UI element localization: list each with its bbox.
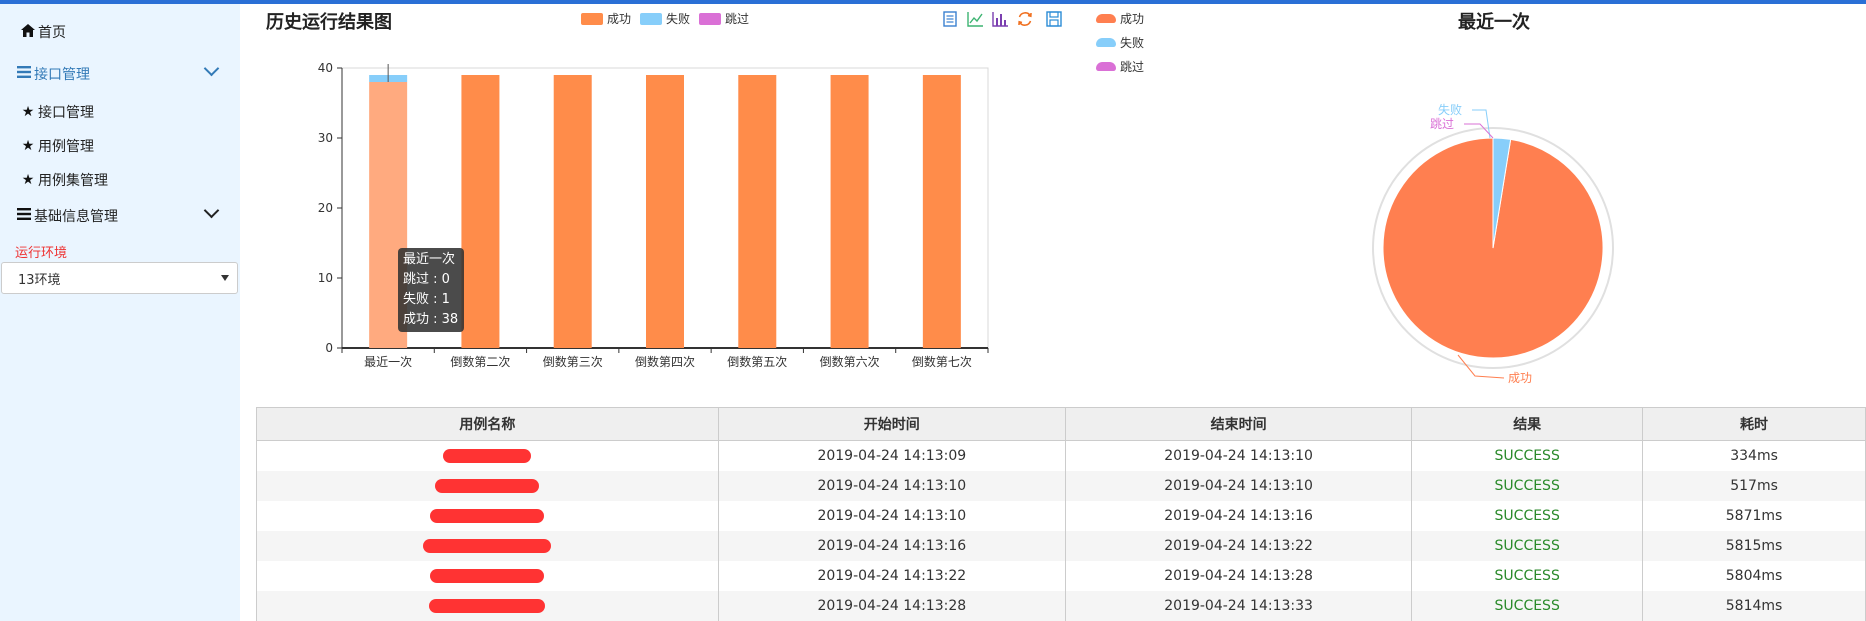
x-tick-label: 倒数第四次 — [635, 354, 695, 369]
pie-legend-success[interactable]: 成功 — [1096, 10, 1144, 27]
redacted-case-name — [423, 539, 552, 553]
pie-label-fail: 失败 — [1438, 102, 1462, 117]
legend-swatch — [1096, 14, 1116, 23]
x-tick-label: 倒数第六次 — [820, 354, 880, 369]
legend-swatch — [1096, 62, 1116, 71]
duration-cell: 5804ms — [1642, 561, 1866, 591]
table-row[interactable]: 2019-04-24 14:13:10 2019-04-24 14:13:16 … — [256, 501, 1866, 531]
refresh-icon[interactable] — [1016, 10, 1034, 28]
x-tick-label: 倒数第七次 — [912, 354, 972, 369]
case-name-cell — [256, 501, 719, 531]
redacted-case-name — [430, 509, 545, 523]
duration-cell: 334ms — [1642, 440, 1866, 471]
legend-label: 成功 — [1120, 12, 1145, 26]
x-tick-label: 倒数第三次 — [543, 354, 603, 369]
case-name-cell — [256, 471, 719, 501]
y-tick-label: 10 — [318, 271, 333, 285]
redacted-case-name — [435, 479, 540, 493]
bar-success — [922, 75, 961, 348]
pie-label-skip: 跳过 — [1430, 117, 1454, 131]
pie-legend-skip[interactable]: 跳过 — [1096, 58, 1144, 75]
x-tick-label: 最近一次 — [364, 355, 412, 369]
duration-cell: 5814ms — [1642, 591, 1866, 621]
redacted-case-name — [430, 569, 545, 583]
result-cell: SUCCESS — [1411, 440, 1644, 471]
redacted-case-name — [443, 449, 532, 463]
duration-cell: 517ms — [1642, 471, 1866, 501]
y-tick-label: 40 — [318, 61, 333, 75]
end-time-cell: 2019-04-24 14:13:33 — [1064, 591, 1413, 621]
tooltip-title: 最近一次 — [403, 252, 456, 267]
pie-chart-title: 最近一次 — [1458, 12, 1530, 33]
column-header-duration[interactable]: 耗时 — [1642, 407, 1866, 441]
case-name-cell — [256, 531, 719, 561]
start-time-cell: 2019-04-24 14:13:10 — [717, 471, 1066, 501]
end-time-cell: 2019-04-24 14:13:16 — [1064, 501, 1413, 531]
end-time-cell: 2019-04-24 14:13:10 — [1064, 440, 1413, 471]
duration-cell: 5871ms — [1642, 501, 1866, 531]
case-name-cell — [256, 440, 719, 471]
start-time-cell: 2019-04-24 14:13:09 — [717, 440, 1066, 471]
end-time-cell: 2019-04-24 14:13:22 — [1064, 531, 1413, 561]
column-header-end-time[interactable]: 结束时间 — [1064, 407, 1413, 441]
table-row[interactable]: 2019-04-24 14:13:28 2019-04-24 14:13:33 … — [256, 591, 1866, 621]
start-time-cell: 2019-04-24 14:13:22 — [717, 561, 1066, 591]
tooltip-line: 失败 : 1 — [403, 292, 450, 307]
bar-success — [830, 75, 869, 348]
result-cell: SUCCESS — [1411, 561, 1644, 591]
column-header-case-name[interactable]: 用例名称 — [256, 407, 719, 441]
start-time-cell: 2019-04-24 14:13:10 — [717, 501, 1066, 531]
table-row[interactable]: 2019-04-24 14:13:10 2019-04-24 14:13:10 … — [256, 471, 1866, 501]
pie-chart: 成功 失败跳过 — [1372, 102, 1614, 385]
table-row[interactable]: 2019-04-24 14:13:16 2019-04-24 14:13:22 … — [256, 531, 1866, 561]
pie-legend-fail[interactable]: 失败 — [1096, 34, 1144, 51]
result-cell: SUCCESS — [1411, 501, 1644, 531]
case-name-cell — [256, 561, 719, 591]
result-cell: SUCCESS — [1411, 471, 1644, 501]
x-tick-label: 倒数第五次 — [727, 354, 787, 369]
legend-label: 跳过 — [1120, 60, 1145, 74]
start-time-cell: 2019-04-24 14:13:16 — [717, 531, 1066, 561]
start-time-cell: 2019-04-24 14:13:28 — [717, 591, 1066, 621]
legend-label: 失败 — [1120, 36, 1145, 50]
table-row[interactable]: 2019-04-24 14:13:22 2019-04-24 14:13:28 … — [256, 561, 1866, 591]
result-cell: SUCCESS — [1411, 531, 1644, 561]
save-icon[interactable] — [1045, 10, 1063, 28]
column-header-start-time[interactable]: 开始时间 — [717, 407, 1066, 441]
x-tick-label: 倒数第二次 — [450, 354, 510, 369]
bar-tooltip: 最近一次 跳过 : 0 失败 : 1 成功 : 38 — [398, 248, 464, 332]
end-time-cell: 2019-04-24 14:13:10 — [1064, 471, 1413, 501]
tooltip-line: 跳过 : 0 — [403, 272, 450, 287]
bar-chart: 010203040最近一次 倒数第二次 倒数第三次 倒数第四次 倒数第五次 倒数第六次 倒数… — [318, 61, 989, 369]
result-table: 用例名称 开始时间 结束时间 结果 耗时 2019-04-24 14:13:09… — [256, 407, 1866, 621]
legend-swatch — [1096, 38, 1116, 47]
bar-success — [738, 75, 777, 348]
column-header-result[interactable]: 结果 — [1411, 407, 1644, 441]
y-tick-label: 30 — [318, 131, 333, 145]
redacted-case-name — [429, 599, 546, 613]
y-tick-label: 20 — [318, 201, 333, 215]
duration-cell: 5815ms — [1642, 531, 1866, 561]
result-cell: SUCCESS — [1411, 591, 1644, 621]
end-time-cell: 2019-04-24 14:13:28 — [1064, 561, 1413, 591]
tooltip-line: 成功 : 38 — [403, 312, 459, 327]
bar-success — [646, 75, 684, 348]
table-row[interactable]: 2019-04-24 14:13:09 2019-04-24 14:13:10 … — [256, 440, 1866, 471]
bar-success — [553, 75, 592, 348]
bar-success — [461, 75, 500, 348]
table-header-row: 用例名称 开始时间 结束时间 结果 耗时 — [256, 407, 1866, 441]
y-tick-label: 0 — [325, 341, 333, 355]
pie-label-success: 成功 — [1508, 371, 1532, 385]
case-name-cell — [256, 591, 719, 621]
